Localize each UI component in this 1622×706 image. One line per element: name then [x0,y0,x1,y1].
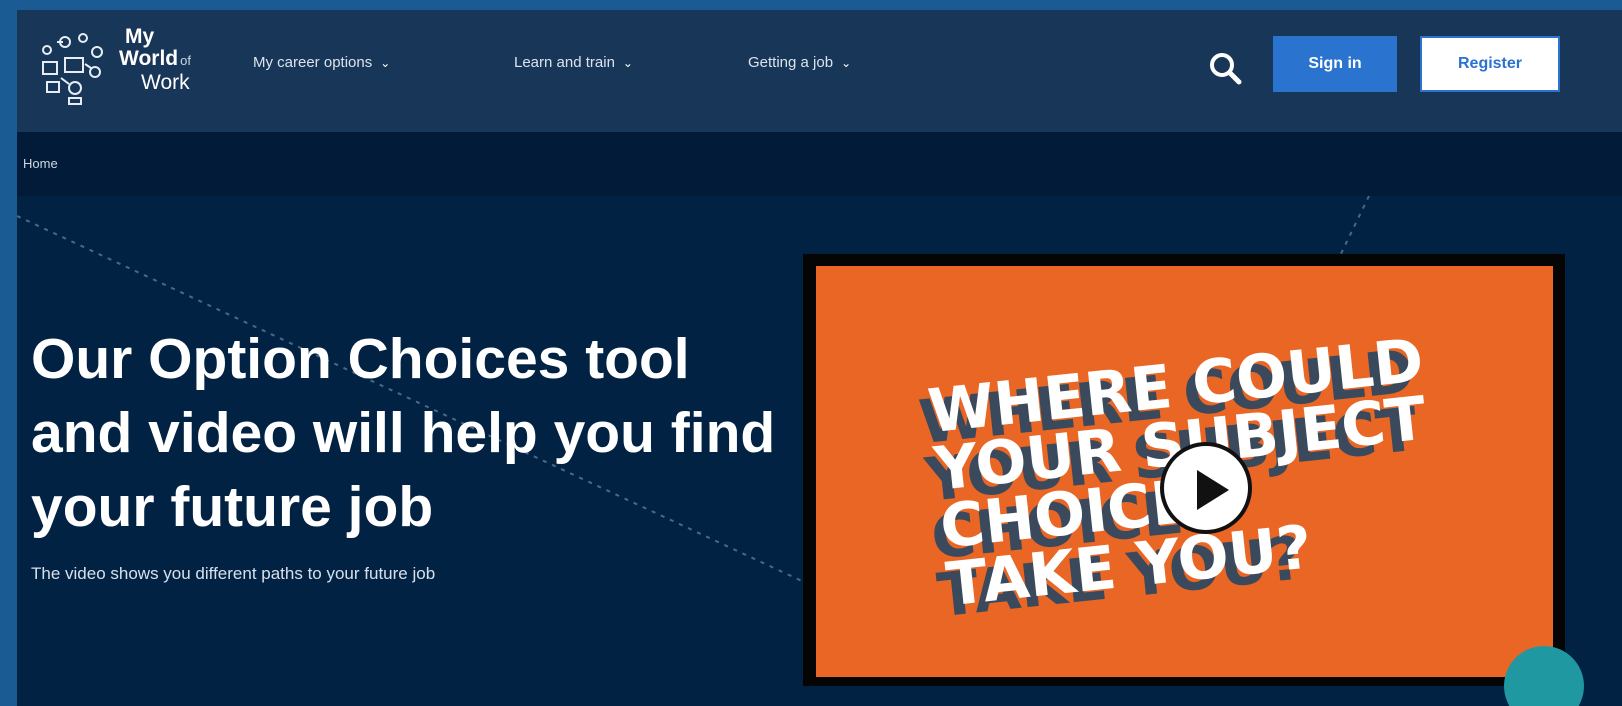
site-header: My World of Work My career options ⌄ Lear… [17,10,1622,132]
chevron-down-icon: ⌄ [380,55,391,70]
sign-in-button[interactable]: Sign in [1273,36,1397,92]
logo-line-3: Work [141,71,190,94]
nav-learn-and-train-label: Learn and train [514,54,615,71]
nav-learn-and-train[interactable]: Learn and train ⌄ [514,54,633,71]
logo-line-2-of: of [180,53,191,68]
video-thumbnail[interactable]: WHERE COULD YOUR SUBJECT CHOICES TAKE YO… [816,266,1553,677]
nav-career-options-label: My career options [253,54,373,71]
breadcrumb-home-link[interactable]: Home [23,156,58,171]
video-player[interactable]: WHERE COULD YOUR SUBJECT CHOICES TAKE YO… [803,254,1565,686]
page-frame: My World of Work My career options ⌄ Lear… [17,10,1622,706]
search-icon[interactable] [1205,48,1245,88]
logo-wordmark: My World of Work [119,26,191,94]
hero-subtitle: The video shows you different paths to y… [31,564,436,583]
logo-line-2-word: World [119,47,179,70]
logo-mark-icon [42,33,103,105]
logo-line-2: World of [119,48,191,72]
register-button[interactable]: Register [1420,36,1560,92]
page-title: Our Option Choices tool and video will h… [31,327,776,539]
nav-getting-a-job[interactable]: Getting a job ⌄ [748,54,851,71]
breadcrumb: Home [17,132,1622,196]
chevron-down-icon: ⌄ [622,55,633,70]
nav-getting-a-job-label: Getting a job [748,54,834,71]
play-icon[interactable] [1160,442,1252,534]
chevron-down-icon: ⌄ [841,55,852,70]
site-logo[interactable]: My World of Work [35,20,240,110]
logo-line-1: My [125,25,155,48]
nav-career-options[interactable]: My career options ⌄ [253,54,390,71]
